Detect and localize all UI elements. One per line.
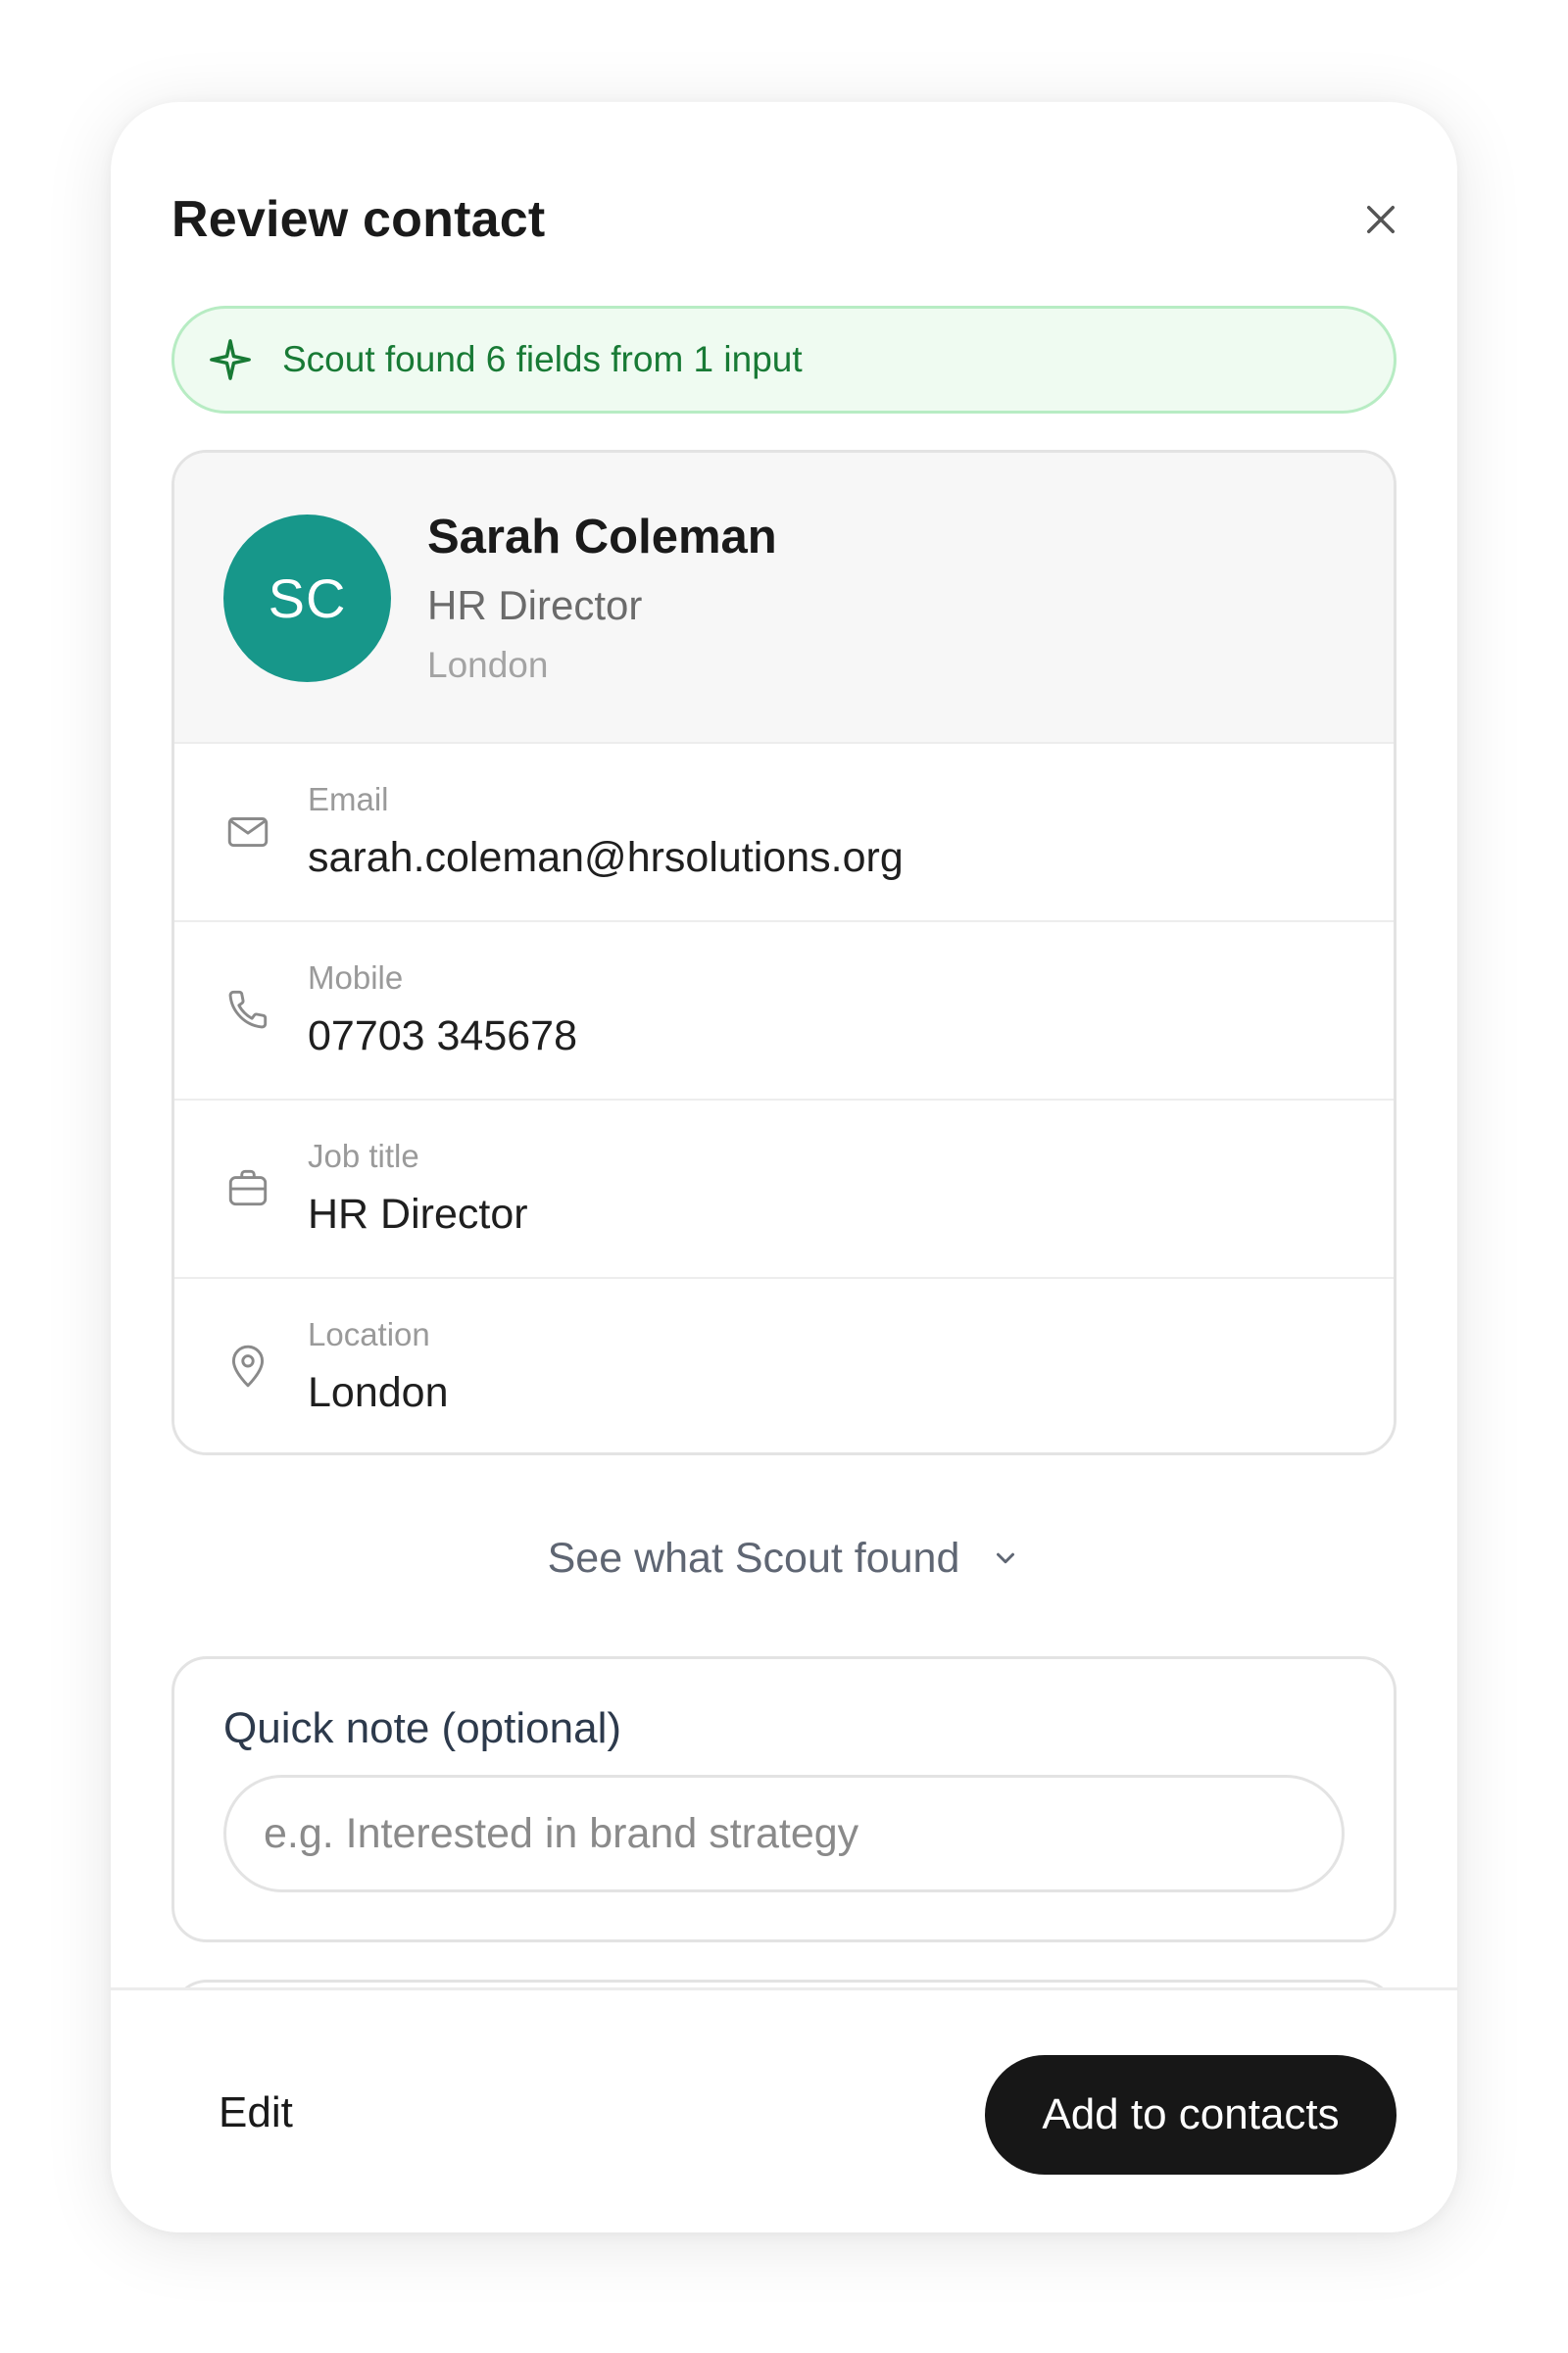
phone-icon — [228, 990, 268, 1029]
field-row-email: Email sarah.coleman@hrsolutions.org — [174, 742, 1394, 920]
avatar: SC — [223, 515, 391, 682]
see-found-label: See what Scout found — [547, 1534, 960, 1582]
field-value: 07703 345678 — [308, 1012, 578, 1059]
see-what-scout-found-toggle[interactable]: See what Scout found — [111, 1523, 1457, 1593]
field-row-job-title: Job title HR Director — [174, 1099, 1394, 1277]
quick-note-card: Quick note (optional) — [172, 1656, 1396, 1942]
banner-text: Scout found 6 fields from 1 input — [282, 339, 803, 379]
modal-title: Review contact — [172, 191, 546, 248]
modal-footer: Edit Add to contacts — [111, 1987, 1457, 2232]
field-label: Location — [308, 1316, 430, 1352]
field-value: sarah.coleman@hrsolutions.org — [308, 834, 904, 881]
modal-header: Review contact — [172, 182, 1396, 257]
quick-note-label: Quick note (optional) — [223, 1704, 621, 1752]
close-icon — [1367, 206, 1395, 233]
field-label: Email — [308, 781, 389, 817]
contact-title: HR Director — [427, 582, 643, 628]
edit-button[interactable]: Edit — [219, 2088, 293, 2137]
field-value: London — [308, 1369, 449, 1416]
field-label: Job title — [308, 1138, 419, 1174]
contact-card: SC Sarah Coleman HR Director London Emai… — [172, 450, 1396, 1455]
contact-name: Sarah Coleman — [427, 511, 777, 564]
quick-note-input[interactable] — [223, 1775, 1345, 1892]
field-row-mobile: Mobile 07703 345678 — [174, 920, 1394, 1099]
scout-banner: Scout found 6 fields from 1 input — [172, 306, 1396, 414]
mail-icon — [227, 817, 269, 848]
contact-card-header: SC Sarah Coleman HR Director London — [174, 453, 1394, 742]
chevron-down-icon — [997, 1552, 1015, 1564]
contact-location: London — [427, 645, 549, 685]
add-to-contacts-button[interactable]: Add to contacts — [985, 2055, 1396, 2175]
close-button[interactable] — [1344, 182, 1418, 257]
field-label: Mobile — [308, 959, 404, 996]
field-value: HR Director — [308, 1191, 528, 1238]
briefcase-icon — [228, 1169, 268, 1206]
field-row-location: Location London — [174, 1277, 1394, 1452]
review-contact-modal: Review contact Scout found 6 fields from… — [111, 102, 1457, 2232]
location-pin-icon — [231, 1345, 265, 1388]
sparkle-icon — [210, 339, 251, 380]
